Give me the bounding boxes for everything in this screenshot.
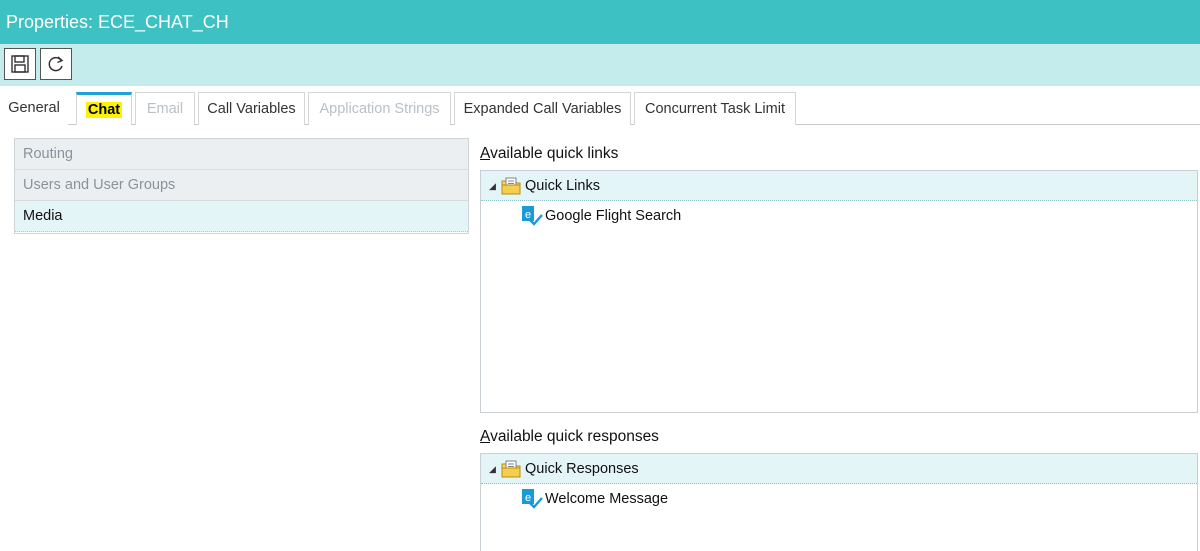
tab-concurrent-task-limit[interactable]: Concurrent Task Limit — [634, 92, 796, 125]
tree-root-label: Quick Links — [525, 178, 600, 194]
tree-item-label: Google Flight Search — [545, 208, 682, 224]
toolbar — [0, 44, 1200, 86]
svg-text:e: e — [525, 492, 531, 504]
tab-expanded-call-variables[interactable]: Expanded Call Variables — [454, 92, 631, 125]
tab-application-strings[interactable]: Application Strings — [308, 92, 451, 125]
quick-link-item-icon: e — [522, 206, 543, 226]
expand-caret-icon[interactable]: ◢ — [489, 454, 496, 484]
refresh-icon — [48, 56, 64, 72]
quick-links-tree[interactable]: ◢ Quick Links e Google Flight Search — [480, 170, 1198, 413]
tree-root-label: Quick Responses — [525, 461, 639, 477]
quick-responses-tree[interactable]: ◢ Quick Responses e Welcome Message — [480, 453, 1198, 551]
quick-responses-heading: Available quick responses — [480, 428, 659, 445]
refresh-button[interactable] — [40, 48, 72, 80]
tab-call-variables[interactable]: Call Variables — [198, 92, 305, 125]
folder-icon — [501, 177, 521, 195]
tree-node-quick-responses[interactable]: ◢ Quick Responses — [481, 454, 1197, 484]
save-icon — [11, 55, 29, 73]
nav-item-users-and-user-groups[interactable]: Users and User Groups — [15, 170, 468, 201]
window-title: Properties: ECE_CHAT_CH — [6, 12, 229, 32]
tree-node-quick-links[interactable]: ◢ Quick Links — [481, 171, 1197, 201]
folder-icon — [501, 460, 521, 478]
svg-text:e: e — [525, 209, 531, 221]
nav-item-media[interactable]: Media — [15, 201, 468, 232]
tree-item[interactable]: e Google Flight Search — [481, 201, 1197, 231]
section-nav: Routing Users and User Groups Media — [14, 138, 469, 234]
tab-chat[interactable]: Chat — [76, 92, 132, 125]
quick-links-heading: Available quick links — [480, 145, 619, 162]
quick-response-item-icon: e — [522, 489, 543, 509]
nav-item-routing[interactable]: Routing — [15, 139, 468, 170]
expand-caret-icon[interactable]: ◢ — [489, 171, 496, 201]
tab-general[interactable]: General — [0, 92, 68, 125]
window-title-bar: Properties: ECE_CHAT_CH — [0, 0, 1200, 44]
tree-item-label: Welcome Message — [545, 491, 669, 507]
tree-item[interactable]: e Welcome Message — [481, 484, 1197, 514]
save-button[interactable] — [4, 48, 36, 80]
tab-bar: General Chat Email Call Variables Applic… — [0, 91, 1200, 125]
tab-email[interactable]: Email — [135, 92, 195, 125]
